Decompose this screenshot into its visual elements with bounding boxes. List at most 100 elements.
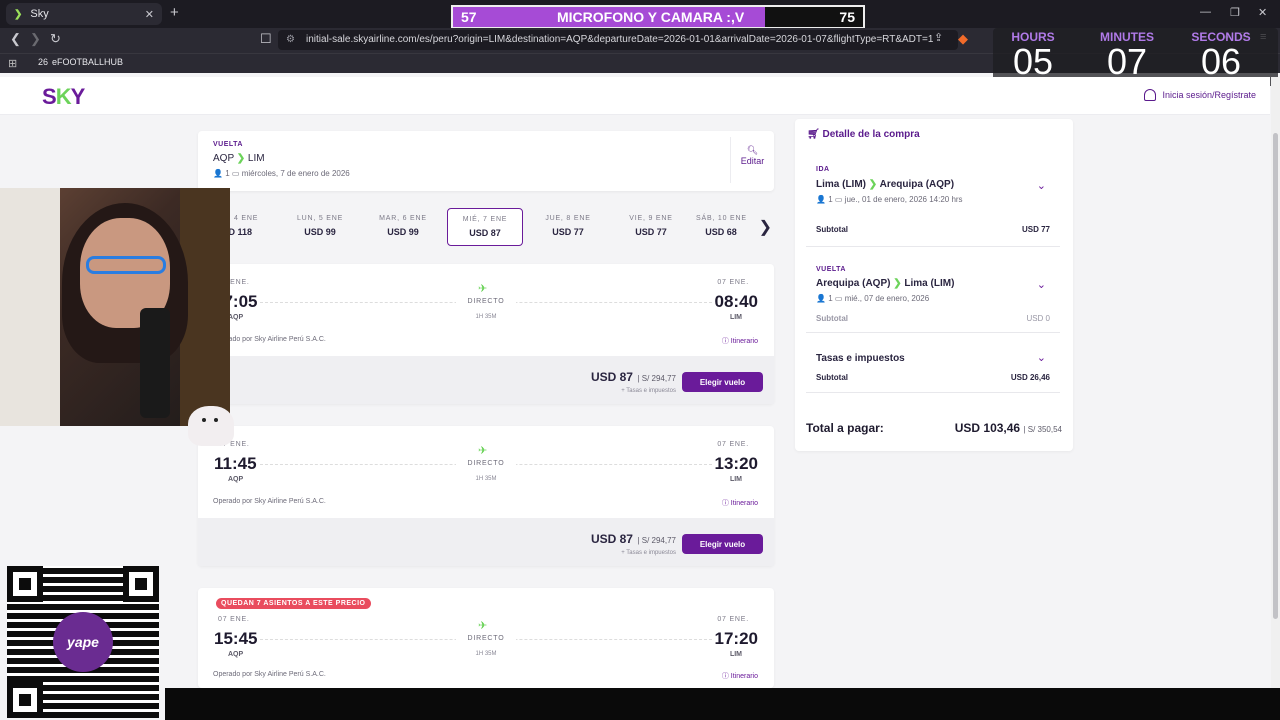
- cat-sticker: [188, 406, 234, 446]
- user-icon: [1144, 89, 1157, 101]
- site-info-icon[interactable]: ⚙: [286, 30, 295, 50]
- sky-logo[interactable]: SKY: [42, 84, 86, 110]
- mic-label: MICROFONO Y CAMARA :,V: [557, 9, 745, 25]
- close-tab-icon[interactable]: ✕: [145, 8, 154, 21]
- taxes-segment[interactable]: Tasas e impuestos ⌄ Subtotal USD 26,46: [806, 343, 1060, 393]
- operator: Operado por Sky Airline Perú S.A.C.: [213, 671, 326, 678]
- return-from: Arequipa (AQP): [816, 278, 891, 289]
- itinerary-link[interactable]: ⓘ Itinerario: [722, 671, 758, 681]
- mic-right-value: 75: [839, 9, 855, 25]
- search-destination: LIM: [247, 153, 265, 164]
- date-option[interactable]: LUN, 5 ENE USD 99: [282, 208, 358, 246]
- url-input[interactable]: ⚙ initial-sale.skyairline.com/es/peru?or…: [278, 30, 958, 50]
- browser-tab[interactable]: ❯ Sky ✕: [6, 3, 162, 25]
- logo-y: Y: [70, 84, 86, 109]
- qr-marker: [7, 682, 43, 718]
- outbound-from: Lima (LIM): [816, 179, 866, 190]
- arr-date: 07 ENE.: [717, 616, 749, 623]
- yape-qr-code: yape: [7, 566, 159, 718]
- share-icon[interactable]: ⇪: [934, 31, 943, 44]
- info-icon: ⓘ: [721, 673, 731, 680]
- webcam-glasses: [86, 256, 166, 274]
- plane-icon: ✈: [478, 620, 488, 632]
- date-option[interactable]: MAR, 6 ENE USD 99: [365, 208, 441, 246]
- itinerary-label: Itinerario: [730, 673, 758, 680]
- choose-flight-button[interactable]: Elegir vuelo: [682, 534, 763, 554]
- dep-airport: AQP: [228, 476, 244, 483]
- page-scrollbar[interactable]: [1271, 77, 1280, 688]
- total-label: Total a pagar:: [806, 421, 884, 435]
- passenger-icon: 👤: [213, 169, 223, 178]
- date-day: MIÉ, 7 ENE: [462, 216, 508, 223]
- outbound-passengers: 1: [828, 195, 833, 204]
- chevron-down-icon[interactable]: ⌄: [1037, 179, 1046, 192]
- login-link[interactable]: Inicia sesión/Regístrate: [1144, 89, 1256, 101]
- minimize-icon[interactable]: —: [1200, 6, 1211, 18]
- arr-time: 13:20: [714, 454, 758, 473]
- plane-icon: ✈: [478, 283, 488, 295]
- chevron-down-icon[interactable]: ⌄: [1037, 351, 1046, 364]
- price-pen: | S/ 294,77: [637, 374, 676, 383]
- seconds-value: 06: [1200, 41, 1242, 82]
- flight-price: USD 87 | S/ 294,77 + Tasas e impuestos: [591, 368, 676, 394]
- date-day: JUE, 8 ENE: [545, 215, 591, 222]
- search-origin: AQP: [213, 153, 234, 164]
- sky-favicon-icon: ❯: [14, 8, 23, 20]
- duration: 1H 35M: [475, 476, 497, 482]
- next-dates-icon[interactable]: ❯: [759, 217, 772, 237]
- tab-title: Sky: [30, 8, 49, 20]
- apps-grid-icon[interactable]: ⊞: [8, 57, 17, 70]
- dep-airport: AQP: [228, 651, 244, 658]
- outbound-subtotal-label: Subtotal: [816, 225, 848, 234]
- date-option-selected[interactable]: MIÉ, 7 ENE USD 87: [447, 208, 523, 246]
- duration: 1H 35M: [475, 314, 497, 320]
- itinerary-link[interactable]: ⓘ Itinerario: [722, 498, 758, 508]
- date-option[interactable]: JUE, 8 ENE USD 77: [530, 208, 606, 246]
- arr-airport: LIM: [729, 476, 742, 483]
- site-header: SKY Inicia sesión/Regístrate: [0, 77, 1270, 115]
- date-option[interactable]: SÁB, 10 ENE USD 68: [696, 208, 746, 246]
- seats-left-badge: QUEDAN 7 ASIENTOS A ESTE PRECIO: [216, 598, 371, 609]
- edit-search-button[interactable]: 🔍︎ Editar: [730, 137, 774, 183]
- arr-time: 08:40: [714, 292, 758, 311]
- date-day: MAR, 6 ENE: [379, 215, 427, 222]
- direct-label: DIRECTO: [456, 635, 516, 642]
- date-selector: DOM, 4 ENE USD 118 LUN, 5 ENE USD 99 MAR, …: [210, 205, 776, 249]
- bookmark-page-icon[interactable]: ☐: [260, 31, 272, 47]
- search-meta: 👤 1 ▭ miércoles, 7 de enero de 2026: [213, 169, 350, 178]
- search-passengers: 1: [225, 169, 230, 178]
- search-route: AQP ❯ LIM: [213, 153, 265, 164]
- bottom-overlay-bar: [165, 688, 1280, 720]
- date-option[interactable]: VIE, 9 ENE USD 77: [613, 208, 689, 246]
- flight-option: 07 ENE. 07:05 AQP ✈ DIRECTO 1H 35M 07 EN…: [198, 264, 774, 404]
- bookmark-efootballhub[interactable]: 26 eFOOTBALLHUB: [38, 57, 123, 67]
- brave-shield-icon[interactable]: ◆: [958, 31, 968, 47]
- info-icon: ⓘ: [721, 500, 731, 507]
- maximize-icon[interactable]: ❐: [1230, 6, 1240, 19]
- operator: Operado por Sky Airline Perú S.A.C.: [213, 498, 326, 505]
- date-price: USD 87: [469, 228, 501, 238]
- forward-icon[interactable]: ❯: [30, 31, 41, 47]
- search-icon: 🔍︎: [746, 145, 759, 155]
- chevron-down-icon[interactable]: ⌄: [1037, 278, 1046, 291]
- outbound-segment[interactable]: IDA Lima (LIM) ❯ Arequipa (AQP) 👤 1 ▭ ju…: [806, 155, 1060, 247]
- edit-label: Editar: [740, 156, 765, 166]
- return-segment[interactable]: VUELTA Arequipa (AQP) ❯ Lima (LIM) 👤 1 ▭…: [806, 257, 1060, 333]
- new-tab-icon[interactable]: +: [170, 4, 179, 21]
- total-amount: USD 103,46 | S/ 350,54: [955, 421, 1062, 435]
- reload-icon[interactable]: ↻: [50, 31, 61, 47]
- return-subtotal-label: Subtotal: [816, 314, 848, 323]
- detail-title-text: Detalle de la compra: [822, 129, 920, 140]
- back-icon[interactable]: ❮: [10, 31, 21, 47]
- arr-date: 07 ENE.: [717, 279, 749, 286]
- cart-icon: 🛒︎: [807, 129, 823, 140]
- window-close-icon[interactable]: ✕: [1258, 6, 1267, 19]
- bookmark-label: eFOOTBALLHUB: [52, 57, 124, 67]
- choose-flight-button[interactable]: Elegir vuelo: [682, 372, 763, 392]
- date-day: SÁB, 10 ENE: [696, 215, 746, 222]
- mic-left-value: 57: [461, 9, 477, 25]
- scrollbar-thumb[interactable]: [1273, 133, 1278, 619]
- date-price: USD 77: [552, 227, 584, 237]
- info-icon: ⓘ: [721, 338, 731, 345]
- itinerary-link[interactable]: ⓘ Itinerario: [722, 336, 758, 346]
